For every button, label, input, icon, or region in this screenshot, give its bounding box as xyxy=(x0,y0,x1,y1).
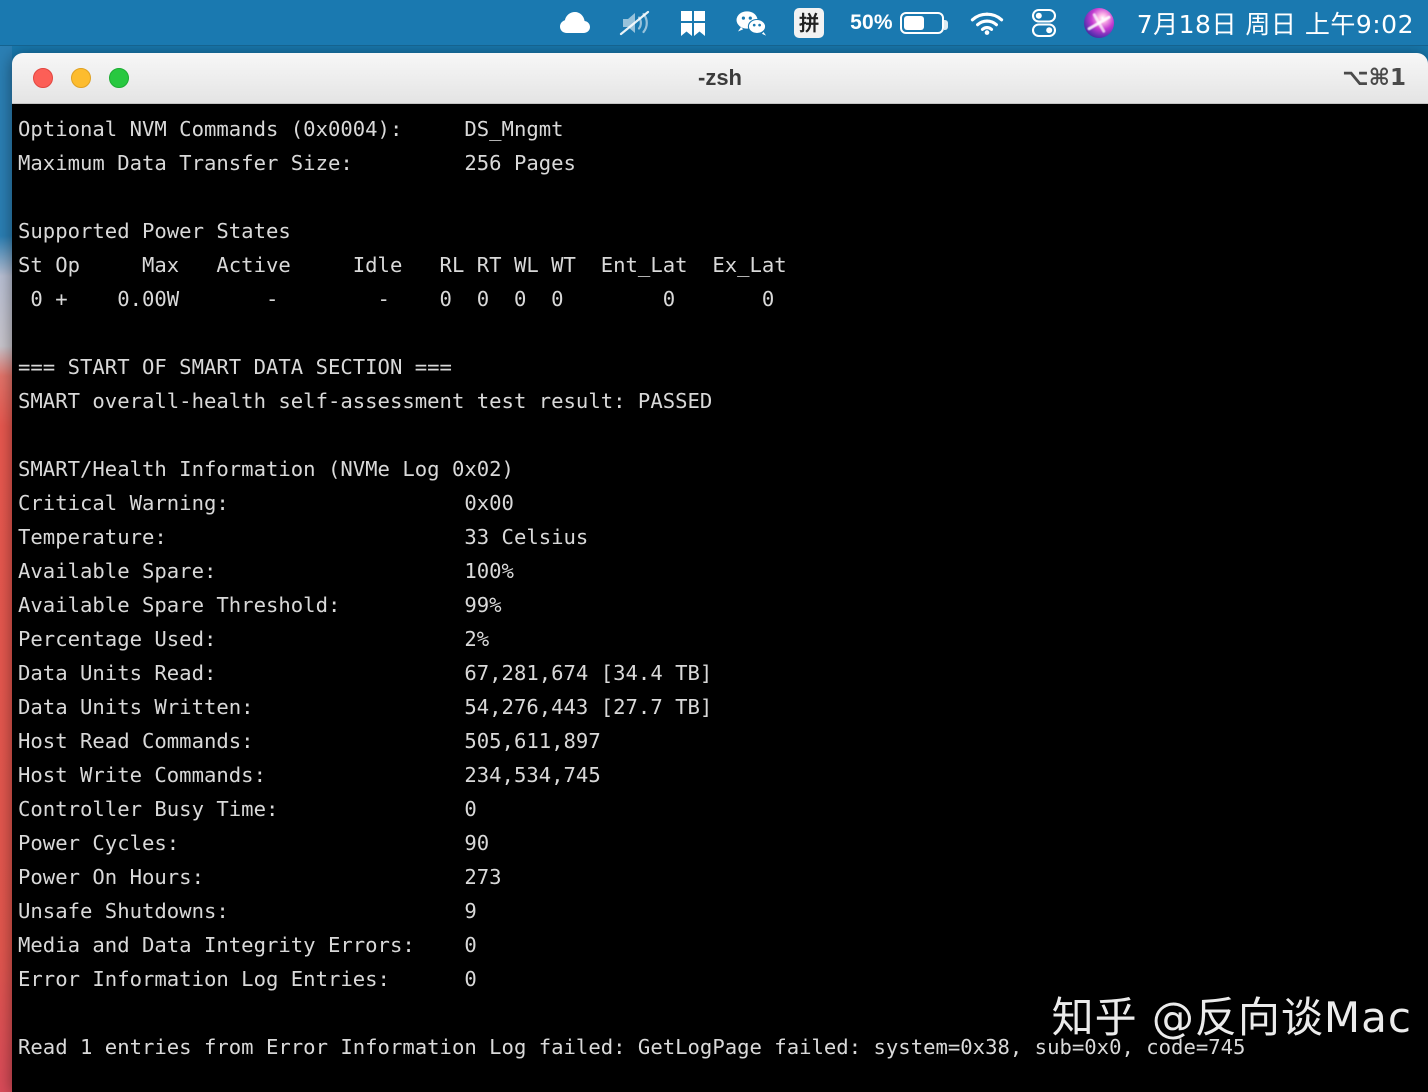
battery-indicator[interactable]: 50% xyxy=(837,0,957,46)
ime-badge-label: 拼 xyxy=(794,7,825,38)
wechat-icon[interactable] xyxy=(721,0,781,46)
control-center-icon[interactable] xyxy=(1017,0,1071,46)
desktop: 拼 50% 7月18日 周日 上午9:02 -zsh ⌥⌘1 Optional … xyxy=(0,0,1428,1092)
volume-muted-icon[interactable] xyxy=(605,0,665,46)
minimize-button[interactable] xyxy=(71,68,91,88)
terminal-window: -zsh ⌥⌘1 Optional NVM Commands (0x0004):… xyxy=(12,53,1428,1092)
battery-fill xyxy=(903,15,924,30)
siri-icon[interactable] xyxy=(1071,0,1127,46)
tab-shortcut-label: ⌥⌘1 xyxy=(1342,65,1406,91)
cloud-sync-icon[interactable] xyxy=(545,0,605,46)
terminal-output-text: Optional NVM Commands (0x0004): DS_Mngmt… xyxy=(18,117,1246,1059)
desktop-wallpaper xyxy=(0,46,12,1092)
macos-menu-bar: 拼 50% 7月18日 周日 上午9:02 xyxy=(0,0,1428,46)
menu-bar-status-items: 拼 50% 7月18日 周日 上午9:02 xyxy=(545,0,1428,46)
siri-orb xyxy=(1083,7,1114,38)
wifi-icon[interactable] xyxy=(957,0,1017,46)
pinyin-input-icon[interactable]: 拼 xyxy=(781,0,837,46)
window-title-bar[interactable]: -zsh ⌥⌘1 xyxy=(12,53,1428,104)
menu-bar-clock[interactable]: 7月18日 周日 上午9:02 xyxy=(1127,5,1414,41)
battery-percent-label: 50% xyxy=(850,10,893,34)
window-title: -zsh xyxy=(698,65,742,90)
window-traffic-lights xyxy=(12,68,129,88)
split-window-icon[interactable] xyxy=(665,0,721,46)
battery-icon xyxy=(899,11,948,34)
terminal-content-area[interactable]: Optional NVM Commands (0x0004): DS_Mngmt… xyxy=(12,104,1428,1092)
maximize-button[interactable] xyxy=(109,68,129,88)
close-button[interactable] xyxy=(33,68,53,88)
